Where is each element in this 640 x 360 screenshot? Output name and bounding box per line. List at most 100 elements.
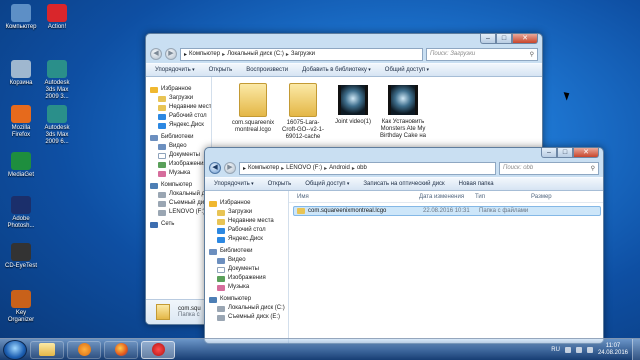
close-icon[interactable]: ✕ <box>573 148 599 158</box>
desktop-shortcut[interactable]: Autodesk 3ds Max 2009 6... <box>40 105 74 146</box>
taskbar-action[interactable] <box>141 340 175 359</box>
nav-item-music[interactable]: Музыка <box>205 283 288 292</box>
breadcrumb-downloads[interactable]: Загрузки <box>291 51 315 57</box>
nav-favorites[interactable]: Избранное <box>146 85 211 94</box>
nav-item-pictures[interactable]: Изображения <box>146 160 211 169</box>
nav-item-pictures[interactable]: Изображения <box>205 274 288 283</box>
desktop-shortcut[interactable]: Adobe Photosh... <box>4 196 38 230</box>
nav-item-recent[interactable]: Недавние места <box>205 217 288 226</box>
minimize-icon[interactable]: – <box>541 148 557 158</box>
burn-disc-button[interactable]: Записать на оптический диск <box>363 181 444 187</box>
tray-icon[interactable] <box>564 346 571 353</box>
volume-icon[interactable] <box>586 346 593 353</box>
nav-item-downloads[interactable]: Загрузки <box>146 94 211 103</box>
address-bar[interactable]: ▸ Компьютер ▸ LENOVO (F:) ▸ Android ▸ obb <box>239 161 496 175</box>
share-button[interactable]: Общий доступ <box>385 67 429 73</box>
desktop-shortcut[interactable]: Autodesk 3ds Max 2009 3... <box>40 60 74 101</box>
nav-item-drive-c[interactable]: Локальный диск (C:) <box>205 304 288 313</box>
file-item[interactable]: Joint video(1) <box>330 83 376 126</box>
desktop-shortcut-label: Компьютер <box>5 24 37 30</box>
close-icon[interactable]: ✕ <box>512 34 538 44</box>
show-desktop-button[interactable] <box>632 338 640 360</box>
desktop-shortcut[interactable]: CD-EyeTest <box>4 243 38 270</box>
search-input[interactable]: Поиск: Загрузки ⚲ <box>426 47 538 61</box>
key-organizer-icon <box>11 290 31 308</box>
nav-item-desktop[interactable]: Рабочий стол <box>146 112 211 121</box>
back-arrow-icon[interactable]: ◀ <box>150 48 162 60</box>
breadcrumb-drive[interactable]: LENOVO (F:) <box>286 165 322 171</box>
nav-item-music[interactable]: Музыка <box>146 169 211 178</box>
column-date[interactable]: Дата изменения <box>419 194 475 200</box>
address-bar[interactable]: ▸ Компьютер ▸ Локальный диск (C:) ▸ Загруз… <box>180 47 423 61</box>
window-titlebar[interactable]: – □ ✕ <box>146 34 542 45</box>
language-indicator[interactable]: RU <box>551 347 560 353</box>
desktop-shortcut[interactable]: Корзина <box>4 60 38 87</box>
add-to-library-button[interactable]: Добавить в библиотеку <box>302 67 371 73</box>
column-size[interactable]: Размер <box>531 194 571 200</box>
minimize-icon[interactable]: – <box>480 34 496 44</box>
taskbar-media-player[interactable] <box>67 340 101 359</box>
column-type[interactable]: Тип <box>475 194 531 200</box>
file-item[interactable]: com.squareenix montreal.lcgo <box>230 83 276 134</box>
clock[interactable]: 11:07 24.08.2016 <box>598 343 628 357</box>
taskbar-explorer[interactable] <box>30 340 64 359</box>
nav-favorites[interactable]: Избранное <box>205 199 288 208</box>
taskbar: RU 11:07 24.08.2016 <box>0 338 640 360</box>
play-button[interactable]: Воспроизвести <box>246 67 288 73</box>
breadcrumb-computer[interactable]: Компьютер <box>248 165 279 171</box>
file-view[interactable]: Имя Дата изменения Тип Размер com.square… <box>289 191 603 343</box>
tray-icon[interactable] <box>575 346 582 353</box>
nav-item-documents[interactable]: Документы <box>146 151 211 160</box>
nav-item-downloads[interactable]: Загрузки <box>205 208 288 217</box>
nav-item-desktop[interactable]: Рабочий стол <box>205 226 288 235</box>
window-titlebar[interactable]: – □ ✕ <box>205 148 603 159</box>
open-button[interactable]: Открыть <box>268 181 292 187</box>
maximize-icon[interactable]: □ <box>496 34 512 44</box>
nav-item-video[interactable]: Видео <box>146 142 211 151</box>
nav-item-yandex-disk[interactable]: Яндекс.Диск <box>205 235 288 244</box>
desktop-shortcut[interactable]: Action! <box>40 4 74 31</box>
desktop-shortcut[interactable]: Key Organizer <box>4 290 38 324</box>
file-item[interactable]: 16075-Lara-Croft-GO--v2-1-69012-cache <box>280 83 326 141</box>
breadcrumb-drive[interactable]: Локальный диск (C:) <box>227 51 284 57</box>
search-input[interactable]: Поиск: obb ⚲ <box>499 161 599 175</box>
explorer-window-obb[interactable]: – □ ✕ ◀ ▶ ▸ Компьютер ▸ LENOVO (F:) ▸ Andr… <box>204 147 604 344</box>
organize-button[interactable]: Упорядочить <box>214 181 254 187</box>
new-folder-button[interactable]: Новая папка <box>459 181 494 187</box>
row-type: Папка с файлами <box>479 208 529 214</box>
desktop-shortcut[interactable]: Mozilla Firefox <box>4 105 38 139</box>
nav-libraries[interactable]: Библиотеки <box>205 247 288 256</box>
back-arrow-icon[interactable]: ◀ <box>209 162 221 174</box>
nav-libraries[interactable]: Библиотеки <box>146 133 211 142</box>
desktop-shortcut[interactable]: MediaGet <box>4 152 38 179</box>
folder-icon <box>289 83 317 117</box>
nav-item-drive-c[interactable]: Локальный диск (C:) <box>146 190 211 199</box>
breadcrumb-obb[interactable]: obb <box>357 165 367 171</box>
breadcrumb-computer[interactable]: Компьютер <box>189 51 220 57</box>
desktop-shortcut[interactable]: Компьютер <box>4 4 38 31</box>
column-name[interactable]: Имя <box>289 194 419 200</box>
nav-network[interactable]: Сеть <box>146 220 211 229</box>
nav-item-recent[interactable]: Недавние места <box>146 103 211 112</box>
nav-computer[interactable]: Компьютер <box>146 181 211 190</box>
nav-item-drive-e[interactable]: Съемный диск (E:) <box>205 313 288 322</box>
maximize-icon[interactable]: □ <box>557 148 573 158</box>
computer-icon <box>11 4 31 22</box>
nav-item-drive-f[interactable]: LENOVO (F:) <box>146 208 211 217</box>
nav-computer[interactable]: Компьютер <box>205 295 288 304</box>
organize-button[interactable]: Упорядочить <box>155 67 195 73</box>
nav-item-drive-e[interactable]: Съемный диск (E:) <box>146 199 211 208</box>
nav-item-documents[interactable]: Документы <box>205 265 288 274</box>
start-button[interactable] <box>3 339 27 360</box>
share-button[interactable]: Общий доступ <box>305 181 349 187</box>
nav-item-yandex-disk[interactable]: Яндекс.Диск <box>146 121 211 130</box>
file-item[interactable]: Как Установить Monsters Ate My Birthday … <box>380 83 426 140</box>
table-row[interactable]: com.squareenixmontreal.lcgo 22.08.2016 1… <box>293 206 601 216</box>
taskbar-firefox[interactable] <box>104 340 138 359</box>
nav-item-video[interactable]: Видео <box>205 256 288 265</box>
forward-arrow-icon[interactable]: ▶ <box>224 162 236 174</box>
open-button[interactable]: Открыть <box>209 67 233 73</box>
breadcrumb-android[interactable]: Android <box>329 165 350 171</box>
forward-arrow-icon[interactable]: ▶ <box>165 48 177 60</box>
disk-icon <box>217 305 225 312</box>
